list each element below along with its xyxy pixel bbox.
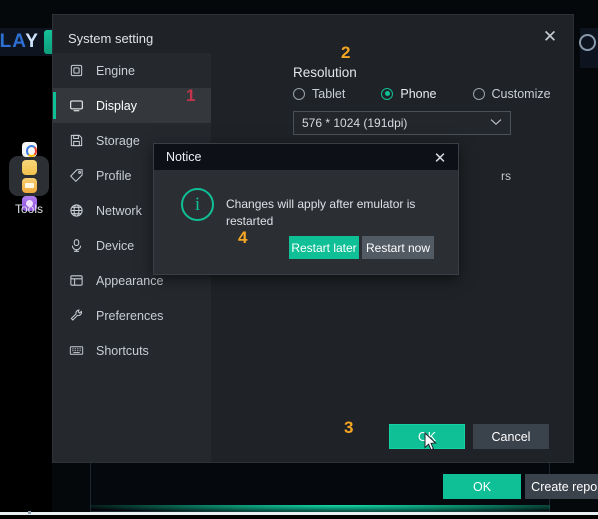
- info-icon: i: [181, 188, 214, 221]
- device-icon: [67, 237, 85, 255]
- tools-folder-icon[interactable]: [9, 141, 49, 211]
- window-title: System setting: [68, 31, 154, 46]
- annotation-3: 3: [344, 418, 354, 437]
- sidebar-item-engine[interactable]: Engine: [53, 53, 211, 88]
- shortcuts-icon: [67, 342, 85, 360]
- obscured-label: rs: [501, 169, 511, 183]
- radio-dot: [381, 88, 394, 100]
- radio-tablet[interactable]: Tablet: [293, 87, 345, 101]
- taskbar-dot: [28, 511, 31, 514]
- notice-title: Notice: [166, 150, 202, 164]
- sidebar-item-label: Appearance: [96, 273, 164, 288]
- radio-label: Customize: [491, 87, 551, 101]
- sidebar-item-shortcuts[interactable]: Shortcuts: [53, 333, 211, 368]
- resolution-select[interactable]: 576 * 1024 (191dpi): [293, 111, 511, 135]
- notice-message: Changes will apply after emulator is res…: [226, 197, 416, 228]
- tools-folder-label: Tools: [14, 202, 43, 216]
- background-create-report-button[interactable]: Create report: [525, 474, 598, 499]
- yellow-app-icon: [21, 159, 37, 175]
- sidebar-item-label: Network: [96, 203, 142, 218]
- screen: PLAY Tools OK Create report System setti…: [0, 0, 598, 519]
- restart-later-button[interactable]: Restart later: [289, 236, 359, 259]
- sidebar-item-label: Storage: [96, 133, 140, 148]
- annotation-1: 1: [186, 86, 196, 105]
- storage-icon: [67, 132, 85, 150]
- emulator-home-screen: [0, 56, 52, 519]
- network-icon: [67, 202, 85, 220]
- cancel-button[interactable]: Cancel: [473, 424, 549, 449]
- notice-close-icon[interactable]: ✕: [427, 147, 453, 168]
- engine-icon: [67, 62, 85, 80]
- section-title: Resolution: [293, 65, 357, 80]
- appearance-icon: [67, 272, 85, 290]
- mouse-cursor: [424, 431, 438, 452]
- close-icon[interactable]: ✕: [533, 21, 567, 51]
- sidebar-item-label: Profile: [96, 168, 132, 183]
- background-ok-button[interactable]: OK: [443, 474, 521, 499]
- radio-label: Tablet: [312, 87, 346, 101]
- play-store-logo: PLAY: [0, 31, 39, 53]
- preferences-icon: [67, 307, 85, 325]
- play-logo-text: PLA: [0, 31, 26, 52]
- notice-dialog: Notice ✕ i Changes will apply after emul…: [153, 143, 459, 275]
- bottom-edge: [0, 515, 598, 519]
- resolution-select-value: 576 * 1024 (191dpi): [302, 116, 408, 130]
- resolution-radio-group: Tablet Phone Customize: [293, 87, 587, 101]
- restart-now-button[interactable]: Restart now: [362, 236, 434, 259]
- chevron-down-icon: [490, 117, 502, 129]
- annotation-4: 4: [238, 228, 248, 247]
- sidebar-item-preferences[interactable]: Preferences: [53, 298, 211, 333]
- display-icon: [67, 97, 85, 115]
- google-app-icon: [21, 141, 37, 157]
- notes-app-icon: [21, 177, 37, 193]
- play-logo-text-tail: Y: [25, 31, 39, 52]
- radio-phone[interactable]: Phone: [381, 87, 437, 101]
- sidebar-item-label: Device: [96, 238, 135, 253]
- profile-icon: [67, 167, 85, 185]
- sidebar-item-label: Preferences: [96, 308, 164, 323]
- radio-dot: [472, 88, 485, 100]
- sidebar-item-label: Display: [96, 98, 137, 113]
- radio-dot: [293, 88, 305, 100]
- annotation-2: 2: [341, 43, 351, 62]
- radio-label: Phone: [400, 87, 437, 101]
- sidebar-item-label: Engine: [96, 63, 135, 78]
- sidebar-item-label: Shortcuts: [96, 343, 149, 358]
- circle-icon[interactable]: [579, 34, 596, 51]
- radio-customize[interactable]: Customize: [472, 87, 551, 101]
